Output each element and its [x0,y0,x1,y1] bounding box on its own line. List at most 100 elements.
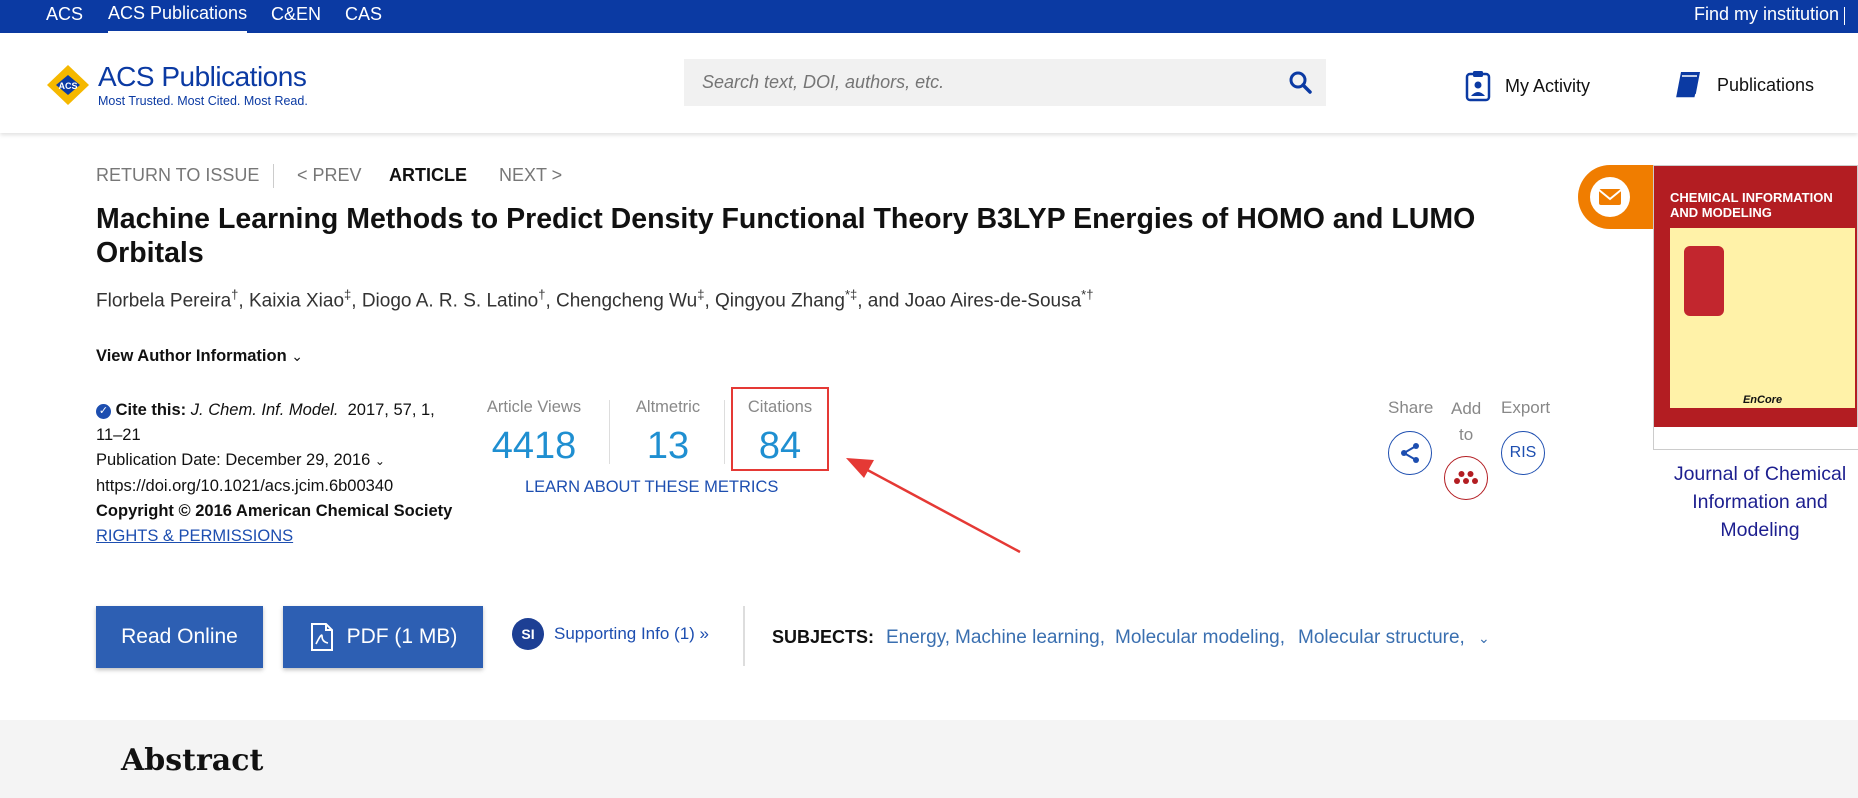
supporting-info-link[interactable]: Supporting Info (1) » [554,624,709,644]
author-link[interactable]: Diogo A. R. S. Latino [362,290,538,311]
export-ris-button[interactable]: RIS [1501,431,1545,475]
add-to-mendeley-button[interactable] [1444,456,1488,500]
author-separator: , and [857,290,905,312]
doi-link[interactable]: https://doi.org/10.1021/acs.jcim.6b00340 [96,474,466,499]
cite-ref: 2017, 57, 1, [347,401,435,419]
nav-acs-publications[interactable]: ACS Publications [108,0,248,33]
abstract-heading: Abstract [121,743,264,778]
article-nav-current: ARTICLE [389,165,467,185]
svg-text:ACS: ACS [58,81,77,91]
learn-metrics-link[interactable]: LEARN ABOUT THESE METRICS [525,478,778,497]
article-views-value: 4418 [491,425,577,467]
author-separator: , [238,290,249,312]
share-label: Share [1388,398,1434,417]
cover-publisher-strip [1654,427,1858,449]
site-header: ACS ACS Publications Most Trusted. Most … [0,33,1858,133]
subjects-label: SUBJECTS: [772,627,875,647]
author-link[interactable]: Chengcheng Wu [556,290,697,311]
clipboard-icon [1465,71,1491,102]
article-views-label: Article Views [486,398,582,416]
cite-pages: 11–21 [96,426,141,444]
publication-date: Publication Date: December 29, 2016 [96,451,371,469]
publication-date-toggle[interactable]: Publication Date: December 29, 2016 ⌄ [96,448,466,474]
top-nav-bar: ACS ACS Publications C&EN CAS Find my in… [0,0,1858,33]
export-label: Export [1501,398,1551,417]
si-badge: SI [512,618,544,650]
altmetric-value: 13 [646,425,690,467]
add-to-label: Add to [1451,396,1481,448]
row-divider [743,606,745,666]
article-views-metric[interactable]: Article Views 4418 [482,398,586,468]
altmetric-label: Altmetric [635,398,701,416]
nav-cen[interactable]: C&EN [271,0,321,33]
cover-molecule-art [1684,246,1724,316]
my-activity-link[interactable]: My Activity [1465,70,1590,102]
citation-block: ✓ Cite this: J. Chem. Inf. Model. 2017, … [96,398,466,549]
logo-tagline: Most Trusted. Most Cited. Most Read. [98,94,308,108]
subjects-expand-chevron-icon[interactable]: ⌄ [1478,630,1490,647]
author-link[interactable]: Florbela Pereira [96,290,231,311]
author-link[interactable]: Qingyou Zhang [715,290,845,311]
nav-acs[interactable]: ACS [46,0,83,33]
author-link[interactable]: Joao Aires-de-Sousa [905,290,1081,311]
acs-logo[interactable]: ACS ACS Publications Most Trusted. Most … [45,61,325,111]
pdf-download-button[interactable]: PDF (1 MB) [283,606,483,668]
rights-permissions-link[interactable]: RIGHTS & PERMISSIONS [96,524,466,549]
author-list: Florbela Pereira†, Kaixia Xiao‡, Diogo A… [96,287,1093,312]
cite-journal: J. Chem. Inf. Model. [190,401,339,419]
read-online-button[interactable]: Read Online [96,606,263,668]
view-author-info-toggle[interactable]: View Author Information ⌄ [96,347,303,366]
publications-label: Publications [1717,74,1815,95]
share-button[interactable] [1388,431,1432,475]
nav-separator [1844,7,1845,25]
cite-label: Cite this: [115,401,187,419]
search-box [684,59,1326,106]
logo-text: ACS Publications [98,61,307,92]
search-input[interactable] [702,59,1262,106]
nav-cas[interactable]: CAS [345,0,382,33]
cover-footer-text: EnCore [1742,394,1783,406]
read-online-label: Read Online [121,625,238,648]
pdf-label: PDF (1 MB) [346,625,458,648]
book-icon [1676,72,1700,99]
cover-artwork: EnCore [1670,228,1855,408]
altmetric-metric[interactable]: Altmetric 13 [628,398,708,468]
article-title: Machine Learning Methods to Predict Dens… [96,203,1476,269]
subject-link[interactable]: Energy, [886,627,950,649]
prev-article-link[interactable]: < PREV [297,165,362,186]
cover-title-line2: AND MODELING [1670,205,1772,220]
check-circle-icon: ✓ [96,404,111,419]
search-icon[interactable] [1288,70,1312,99]
author-affiliation-mark: *‡ [844,287,858,302]
author-link[interactable]: Kaixia Xiao [249,290,344,311]
subject-link[interactable]: Molecular structure, [1298,627,1465,649]
add-to-line1: Add [1451,399,1482,418]
annotation-arrow-icon [846,458,1021,554]
email-alert-tab[interactable] [1578,165,1658,229]
author-separator: , [351,290,362,312]
chevron-down-icon: ⌄ [374,454,385,468]
chevron-down-icon: ⌄ [291,348,303,364]
subject-link[interactable]: Machine learning, [955,627,1105,649]
pdf-icon [310,623,333,651]
share-icon [1401,443,1419,463]
cover-title-line1: CHEMICAL INFORMATION [1670,190,1833,205]
citations-highlight-box [731,387,829,471]
copyright-text: Copyright © 2016 American Chemical Socie… [96,502,453,520]
my-activity-label: My Activity [1505,75,1591,96]
journal-cover-image[interactable]: CHEMICAL INFORMATION AND MODELING EnCore [1653,165,1858,450]
envelope-icon [1590,177,1630,217]
author-separator: , [704,290,716,312]
journal-name-link[interactable]: Journal of Chemical Information and Mode… [1660,460,1858,544]
article-nav-divider [273,164,274,188]
next-article-link[interactable]: NEXT > [499,165,562,186]
ris-label: RIS [1509,444,1537,461]
publications-link[interactable]: Publications [1673,70,1814,100]
subject-link[interactable]: Molecular modeling, [1115,627,1285,649]
author-affiliation-mark: *† [1081,287,1094,302]
metric-divider [724,400,725,464]
find-institution-link[interactable]: Find my institution [1694,0,1839,33]
abstract-section [0,720,1858,798]
return-to-issue-link[interactable]: RETURN TO ISSUE [96,165,259,186]
metric-divider [609,400,610,464]
